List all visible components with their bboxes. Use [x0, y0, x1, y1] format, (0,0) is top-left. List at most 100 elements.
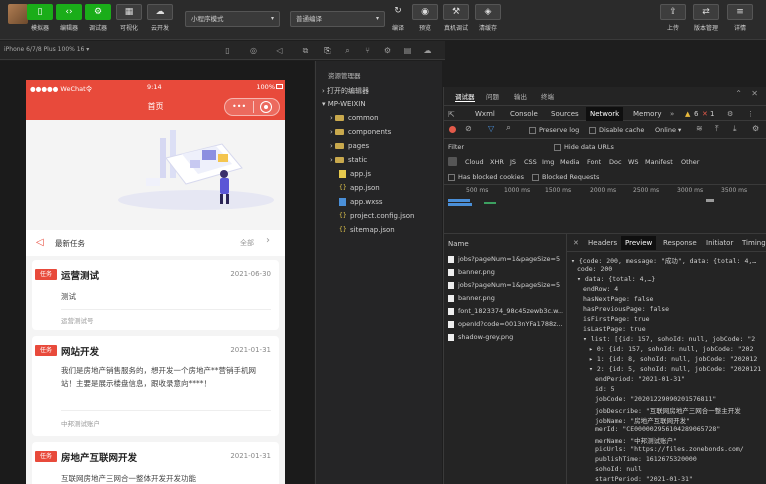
type-filter-media[interactable]: Media — [560, 158, 580, 166]
version-button[interactable]: ⇄ 版本管理 — [688, 4, 724, 32]
type-filter-img[interactable]: Img — [542, 158, 554, 166]
close-icon[interactable] — [260, 101, 272, 113]
close-icon[interactable]: ✕ — [573, 239, 579, 247]
json-preview[interactable]: ▾ {code: 200, message: "成功", data: {tota… — [567, 253, 766, 484]
request-row[interactable]: shadow-grey.png — [448, 333, 563, 341]
hide-data-urls-checkbox[interactable]: Hide data URLs — [554, 143, 614, 151]
filter-input[interactable]: Filter — [448, 143, 464, 151]
tab-sources[interactable]: Sources — [551, 110, 579, 118]
all-types-icon[interactable] — [448, 157, 457, 166]
json-line[interactable]: merId: "CE000002956104289065728" — [595, 425, 720, 433]
tree-item-project-config[interactable]: {} project.config.json — [339, 212, 414, 220]
type-filter-manifest[interactable]: Manifest — [645, 158, 673, 166]
json-line[interactable]: picUrls: "https://files.zonebonds.com/ — [595, 445, 744, 453]
view-all-link[interactable]: 全部 — [240, 238, 254, 248]
clear-icon[interactable]: ⊘ — [465, 124, 472, 133]
blocked-requests-checkbox[interactable]: Blocked Requests — [532, 173, 599, 181]
json-line[interactable]: ▾ {code: 200, message: "成功", data: {tota… — [571, 255, 756, 265]
type-filter-xhr[interactable]: XHR — [490, 158, 504, 166]
preserve-log-checkbox[interactable]: Preserve log — [529, 126, 579, 134]
tree-item-app-wxss[interactable]: app.wxss — [339, 198, 383, 206]
json-line[interactable]: ▾ list: [{id: 157, sohoId: null, jobCode… — [583, 335, 755, 343]
tab-preview[interactable]: Preview — [621, 236, 657, 250]
record-icon[interactable]: ◎ — [248, 45, 259, 56]
open-editors-section[interactable]: › 打开的编辑器 — [322, 86, 369, 96]
tab-memory[interactable]: Memory — [633, 110, 661, 118]
json-line[interactable]: code: 200 — [577, 265, 612, 273]
type-filter-ws[interactable]: WS — [628, 158, 639, 166]
request-row[interactable]: jobs?pageNum=1&pageSize=5 — [448, 255, 563, 263]
details-button[interactable]: ≡ 详情 — [722, 4, 758, 32]
json-line[interactable]: ▾ 2: {id: 5, sohoId: null, jobCode: "202… — [589, 365, 761, 373]
request-row[interactable]: jobs?pageNum=1&pageSize=5 — [448, 281, 563, 289]
mode-select[interactable]: 小程序模式 ▾ — [185, 11, 280, 27]
task-card[interactable]: 任务 房地产互联网开发 2021-01-31 互联网房地产三网合一整体开发开发功… — [32, 442, 279, 484]
type-filter-font[interactable]: Font — [587, 158, 601, 166]
kebab-icon[interactable]: ⋮ — [747, 110, 754, 118]
search-icon[interactable]: ⌕ — [342, 45, 353, 56]
back-icon[interactable]: ◁ — [274, 45, 285, 56]
tab-wxml[interactable]: Wxml — [475, 110, 495, 118]
json-line[interactable]: jobDescribe: "互联网房地产三网合一整主开发 — [595, 405, 741, 415]
close-icon[interactable]: ✕ — [751, 89, 758, 98]
inspect-icon[interactable]: ⇱ — [448, 110, 455, 119]
tree-item-static[interactable]: › static — [330, 156, 367, 164]
clear-cache-button[interactable]: ◈ 清缓存 — [470, 4, 506, 32]
capsule-button[interactable]: ••• — [224, 98, 280, 116]
record-icon[interactable] — [449, 126, 456, 133]
gear-icon[interactable]: ⚙ — [752, 124, 759, 133]
json-line[interactable]: hasNextPage: false — [583, 295, 653, 303]
disable-cache-checkbox[interactable]: Disable cache — [589, 126, 644, 134]
json-line[interactable]: ▸ 0: {id: 157, sohoId: null, jobCode: "2… — [589, 345, 753, 353]
popout-icon[interactable]: ⧉ — [300, 45, 311, 56]
json-line[interactable]: merName: "中邦测试账户" — [595, 435, 677, 445]
type-filter-cloud[interactable]: Cloud — [465, 158, 484, 166]
tab-debugger[interactable]: 调试器 — [455, 91, 475, 102]
name-column-header[interactable]: Name — [448, 240, 469, 248]
debug-icon[interactable]: ⚙ — [382, 45, 393, 56]
project-section[interactable]: ▾ MP-WEIXIN — [322, 100, 366, 108]
json-line[interactable]: jobCode: "20201229090201576811" — [595, 395, 716, 403]
device-select[interactable]: iPhone 6/7/8 Plus 100% 16 ▾ — [4, 46, 89, 53]
tree-item-common[interactable]: › common — [330, 114, 379, 122]
json-line[interactable]: startPeriod: "2021-01-31" — [595, 475, 693, 483]
extensions-icon[interactable]: ▤ — [402, 45, 413, 56]
tab-console[interactable]: Console — [510, 110, 538, 118]
tree-item-components[interactable]: › components — [330, 128, 391, 136]
tab-timing[interactable]: Timing — [742, 239, 766, 247]
import-icon[interactable]: ⤒ — [715, 124, 719, 134]
more-tabs-icon[interactable]: » — [670, 110, 674, 118]
device-debug-button[interactable]: ⚒ 真机调试 — [438, 4, 474, 32]
request-row[interactable]: banner.png — [448, 294, 563, 302]
json-line[interactable]: endRow: 4 — [583, 285, 618, 293]
chevron-up-icon[interactable]: ⌃ — [735, 89, 742, 98]
json-line[interactable]: endPeriod: "2021-01-31" — [595, 375, 685, 383]
request-row[interactable]: font_1823374_98c45zewb3c.w... — [448, 307, 563, 315]
tree-item-app-json[interactable]: {} app.json — [339, 184, 380, 192]
filter-icon[interactable]: ▽ — [488, 124, 494, 133]
tab-problems[interactable]: 问题 — [486, 91, 499, 101]
branch-icon[interactable]: ⑂ — [362, 45, 373, 56]
blocked-cookies-checkbox[interactable]: Has blocked cookies — [448, 173, 524, 181]
json-line[interactable]: publishTime: 1612675320000 — [595, 455, 697, 463]
json-line[interactable]: isFirstPage: true — [583, 315, 650, 323]
json-line[interactable]: ▸ 1: {id: 8, sohoId: null, jobCode: "202… — [589, 355, 757, 363]
tab-response[interactable]: Response — [663, 239, 697, 247]
type-filter-css[interactable]: CSS — [524, 158, 537, 166]
throttle-select[interactable]: Online ▾ — [655, 126, 681, 134]
type-filter-js[interactable]: JS — [510, 158, 516, 166]
tab-output[interactable]: 输出 — [514, 91, 527, 101]
tab-headers[interactable]: Headers — [588, 239, 617, 247]
more-dots-icon[interactable]: ••• — [232, 102, 246, 111]
json-line[interactable]: jobName: "房地产互联网开发" — [595, 415, 690, 425]
upload-button[interactable]: ⇪ 上传 — [655, 4, 691, 32]
tab-network[interactable]: Network — [586, 107, 624, 121]
json-line[interactable]: isLastPage: true — [583, 325, 646, 333]
json-line[interactable]: ▾ data: {total: 4,…} — [577, 275, 655, 283]
search-icon[interactable]: ⌕ — [506, 123, 511, 133]
cloud-icon[interactable]: ☁ — [422, 45, 433, 56]
gear-icon[interactable]: ⚙ — [727, 110, 733, 118]
tab-initiator[interactable]: Initiator — [706, 239, 733, 247]
task-card[interactable]: 任务 网站开发 2021-01-31 我们是房地产销售服务的，想开发一个房地产*… — [32, 336, 279, 436]
compile-select[interactable]: 普通编译 ▾ — [290, 11, 385, 27]
